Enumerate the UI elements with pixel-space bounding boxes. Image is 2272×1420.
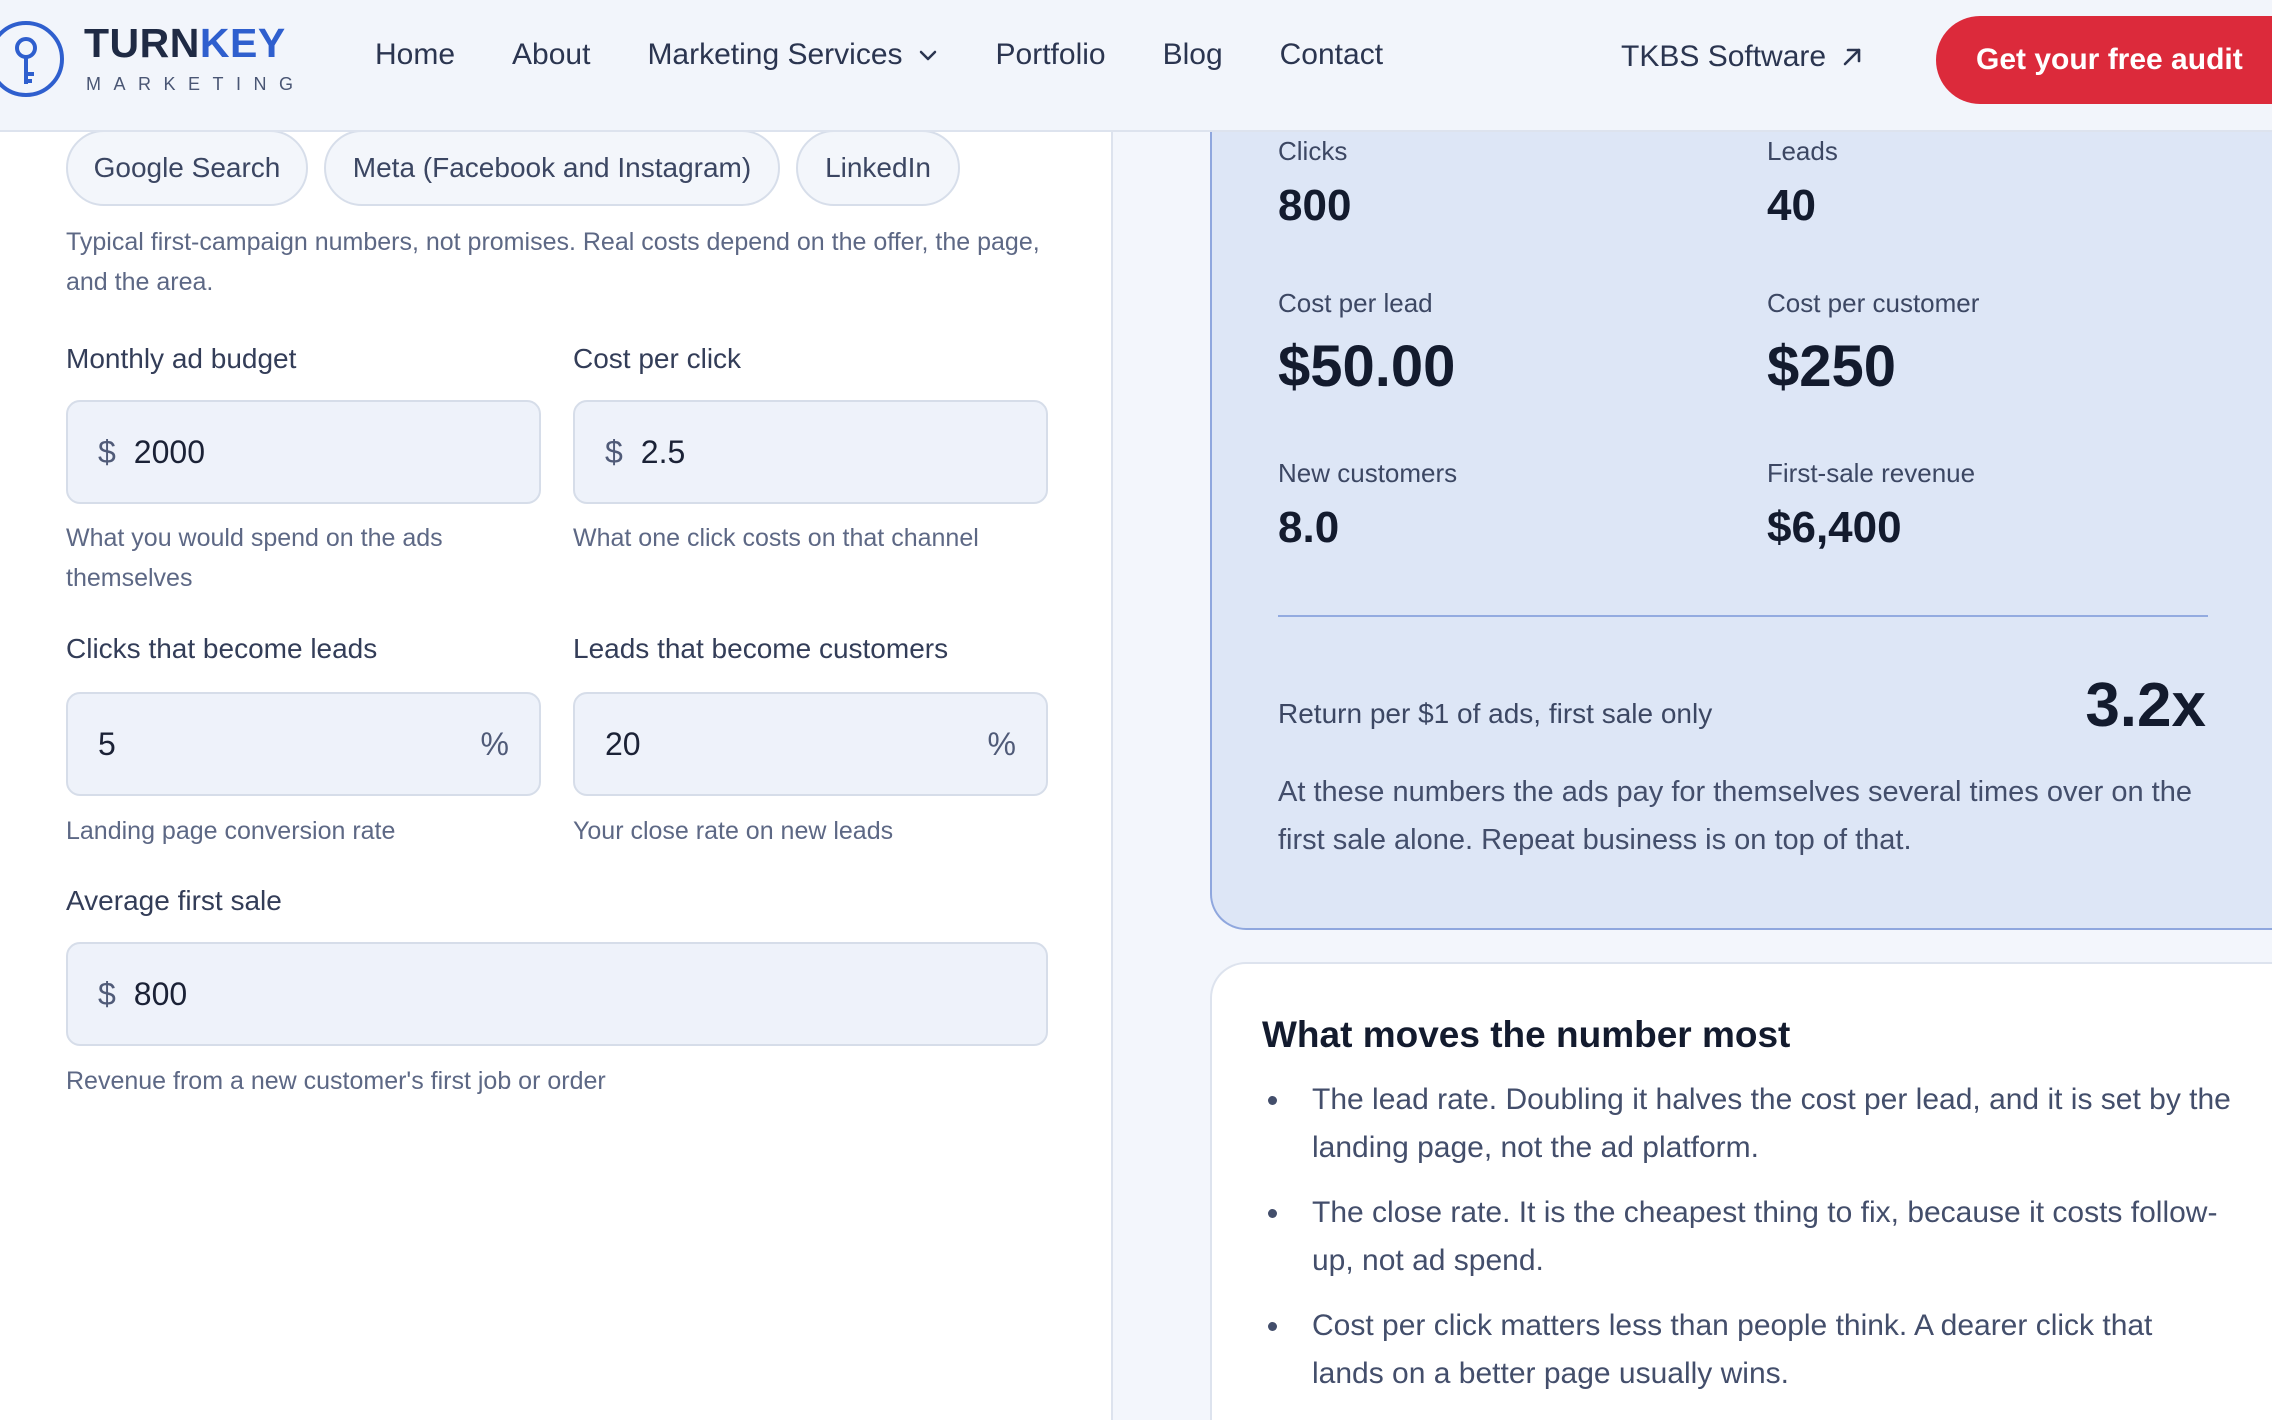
metric-label: Clicks (1278, 136, 1348, 166)
avg-sale-label: Average first sale (66, 885, 282, 916)
nav-label: Marketing Services (647, 38, 903, 71)
free-audit-button[interactable]: Get your free audit (1936, 16, 2272, 104)
results-divider (1278, 615, 2208, 617)
metric-value: $6,400 (1767, 503, 1902, 552)
budget-help: What you would spend on the ads themselv… (66, 524, 443, 592)
list-item: The lead rate. Doubling it halves the co… (1262, 1076, 2232, 1172)
site-header: TURNKEY MARKETING Home About Marketing S… (0, 0, 2272, 132)
dollar-prefix: $ (98, 975, 116, 1012)
metric-first-sale-revenue: First-sale revenue $6,400 (1767, 458, 1975, 553)
channel-chip-linkedin[interactable]: LinkedIn (796, 130, 960, 206)
main-nav: Home About Marketing Services Portfolio … (375, 38, 1440, 72)
nav-portfolio[interactable]: Portfolio (996, 38, 1106, 72)
cpc-help: What one click costs on that channel (573, 524, 979, 552)
external-arrow-icon (1843, 48, 1861, 66)
dollar-prefix: $ (605, 433, 623, 470)
metric-cost-per-lead: Cost per lead $50.00 (1278, 288, 1455, 400)
dollar-prefix: $ (98, 433, 116, 470)
metric-label: Cost per lead (1278, 288, 1433, 318)
nav-home[interactable]: Home (375, 38, 455, 72)
percent-suffix: % (480, 725, 509, 762)
brand-name-part1: TURN (84, 20, 200, 66)
tips-list: The lead rate. Doubling it halves the co… (1262, 1076, 2232, 1415)
cpc-input[interactable]: $ 2.5 (573, 400, 1048, 504)
budget-value: 2000 (133, 433, 205, 470)
list-item: Cost per click matters less than people … (1262, 1302, 2232, 1398)
budget-input[interactable]: $ 2000 (66, 400, 541, 504)
nav-contact[interactable]: Contact (1280, 38, 1383, 72)
brand-subtitle: MARKETING (86, 74, 306, 94)
metric-leads: Leads 40 (1767, 136, 1838, 231)
channel-chip-meta[interactable]: Meta (Facebook and Instagram) (324, 130, 780, 206)
channels-note: Typical first-campaign numbers, not prom… (66, 228, 1040, 296)
chevron-down-icon (919, 50, 936, 61)
lead-rate-label: Clicks that become leads (66, 633, 378, 664)
close-rate-help: Your close rate on new leads (573, 817, 894, 845)
close-rate-value: 20 (605, 725, 641, 762)
metric-value: 800 (1278, 181, 1352, 230)
nav-blog[interactable]: Blog (1163, 38, 1223, 72)
cpc-value: 2.5 (640, 433, 686, 470)
metric-value: 8.0 (1278, 503, 1340, 552)
channel-chip-google-search[interactable]: Google Search (66, 130, 308, 206)
metric-cost-per-customer: Cost per customer $250 (1767, 288, 1979, 400)
tips-title: What moves the number most (1262, 1014, 1791, 1055)
lead-rate-input[interactable]: 5 % (66, 692, 541, 796)
roi-note: At these numbers the ads pay for themsel… (1278, 776, 2192, 856)
lead-rate-help: Landing page conversion rate (66, 817, 396, 845)
metric-value: 40 (1767, 181, 1816, 230)
percent-suffix: % (987, 725, 1016, 762)
brand-name-part2: KEY (199, 20, 286, 66)
cpc-label: Cost per click (573, 343, 742, 374)
budget-label: Monthly ad budget (66, 343, 297, 374)
metric-label: Leads (1767, 136, 1838, 166)
nav-about[interactable]: About (512, 38, 590, 72)
avg-sale-input[interactable]: $ 800 (66, 942, 1048, 1046)
metric-clicks: Clicks 800 (1278, 136, 1351, 231)
tips-card: What moves the number most The lead rate… (1210, 962, 2272, 1420)
brand-logo[interactable]: TURNKEY MARKETING (0, 18, 306, 100)
lead-rate-value: 5 (98, 725, 116, 762)
calculator-inputs-panel: Google Search Meta (Facebook and Instagr… (0, 0, 1113, 1420)
roi-value: 3.2x (2085, 671, 2206, 740)
nav-marketing-services[interactable]: Marketing Services (647, 38, 938, 72)
avg-sale-help: Revenue from a new customer's first job … (66, 1067, 606, 1095)
metric-label: Cost per customer (1767, 288, 1980, 318)
results-card: Clicks 800 Leads 40 Cost per lead $50.00… (1210, 90, 2272, 930)
metric-label: New customers (1278, 458, 1458, 488)
metric-value: $50.00 (1278, 334, 1456, 399)
tkbs-software-link[interactable]: TKBS Software (1621, 40, 1864, 74)
key-icon (0, 21, 64, 97)
roi-label: Return per $1 of ads, first sale only (1278, 698, 1713, 729)
avg-sale-value: 800 (133, 975, 188, 1012)
metric-label: First-sale revenue (1767, 458, 1976, 488)
list-item: The close rate. It is the cheapest thing… (1262, 1189, 2232, 1285)
brand-name: TURNKEY (84, 23, 306, 64)
close-rate-label: Leads that become customers (573, 633, 949, 664)
metric-value: $250 (1767, 334, 1897, 399)
tkbs-label: TKBS Software (1621, 40, 1827, 73)
metric-new-customers: New customers 8.0 (1278, 458, 1457, 553)
close-rate-input[interactable]: 20 % (573, 692, 1048, 796)
